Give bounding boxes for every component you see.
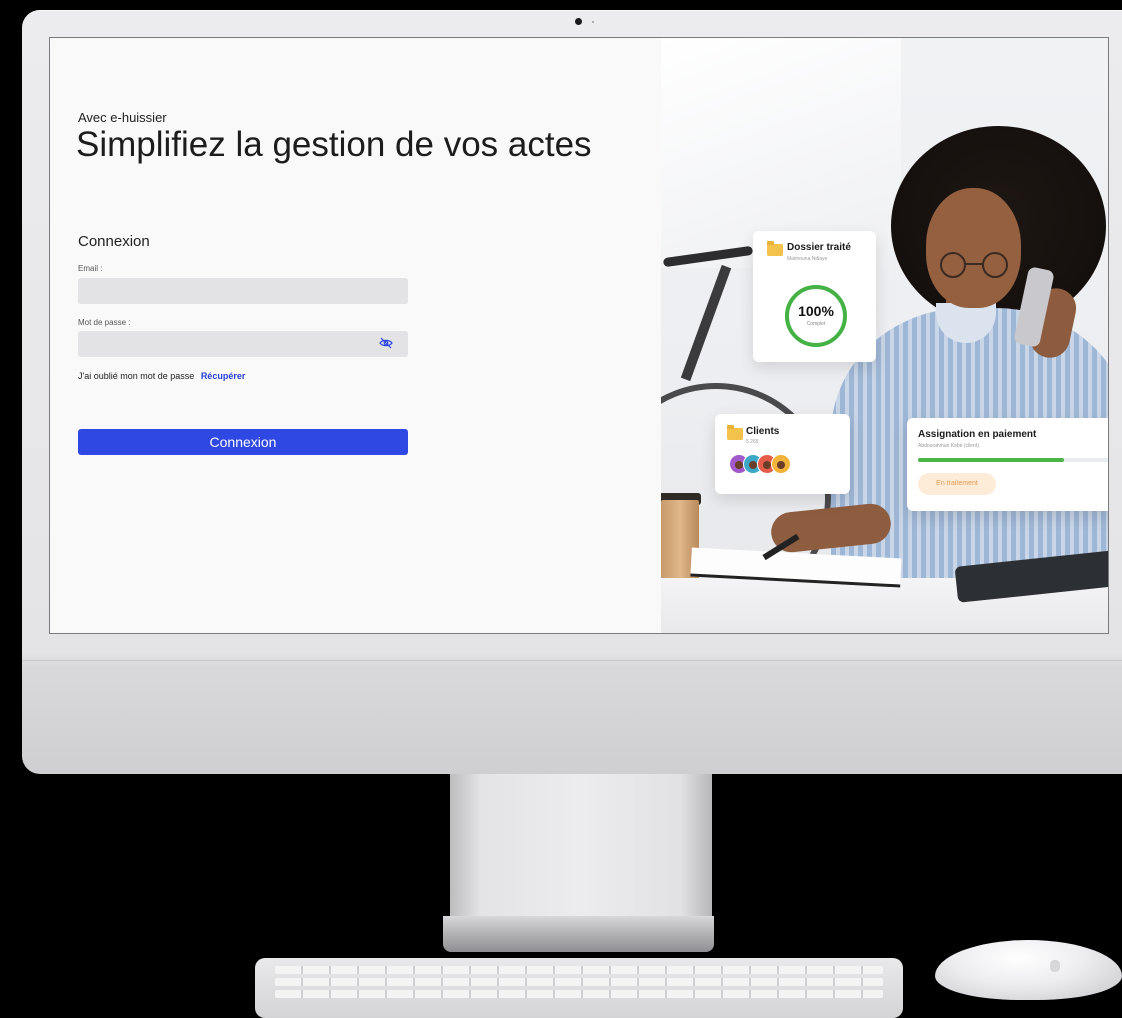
folder-icon bbox=[727, 425, 743, 440]
clients-card: Clients 5 265 bbox=[715, 414, 850, 494]
dossier-card-subtitle: Maimouna Ndiaye bbox=[787, 256, 828, 262]
status-badge: En traitement bbox=[918, 473, 996, 495]
bicycle-frame bbox=[680, 264, 732, 382]
client-avatar bbox=[771, 454, 791, 474]
monitor-stand-foot bbox=[443, 916, 714, 952]
email-label: Email : bbox=[78, 264, 103, 273]
eyebrow-text: Avec e-huissier bbox=[78, 110, 167, 125]
assignation-card-subtitle: Abdourahman Kébé (client) bbox=[918, 443, 979, 449]
apple-logo-icon bbox=[1050, 960, 1060, 972]
hero-photo: Dossier traité Maimouna Ndiaye 100% Comp… bbox=[661, 38, 1108, 633]
camera-led bbox=[592, 21, 594, 23]
dossier-card: Dossier traité Maimouna Ndiaye 100% Comp… bbox=[753, 231, 876, 362]
monitor-stand bbox=[450, 774, 712, 926]
completion-percent: 100% bbox=[798, 303, 834, 319]
login-button[interactable]: Connexion bbox=[78, 429, 408, 455]
keyboard-row bbox=[275, 966, 883, 974]
password-field[interactable] bbox=[78, 331, 408, 357]
clients-count: 5 265 bbox=[746, 439, 759, 445]
glasses bbox=[940, 252, 1008, 278]
monitor-chin-divider bbox=[22, 660, 1122, 661]
assignation-card: Assignation en paiement Abdourahman Kébé… bbox=[907, 418, 1108, 511]
page-title: Simplifiez la gestion de vos actes bbox=[76, 125, 592, 164]
keyboard bbox=[255, 958, 903, 1018]
form-title: Connexion bbox=[78, 233, 150, 250]
forgot-password-row: J'ai oublié mon mot de passe Récupérer bbox=[78, 371, 245, 381]
folder-icon bbox=[767, 241, 783, 256]
keyboard-row bbox=[275, 978, 883, 986]
assignation-progress-fill bbox=[918, 458, 1065, 462]
completion-label: Complet bbox=[806, 321, 826, 327]
clients-card-title: Clients bbox=[746, 426, 780, 437]
assignation-card-title: Assignation en paiement bbox=[918, 429, 1037, 440]
assignation-progress bbox=[918, 458, 1108, 462]
woman-face bbox=[926, 188, 1021, 308]
camera-icon bbox=[575, 18, 582, 25]
email-field[interactable] bbox=[78, 278, 408, 304]
password-label: Mot de passe : bbox=[78, 318, 131, 327]
keyboard-row bbox=[275, 990, 883, 998]
eye-slash-icon[interactable] bbox=[379, 337, 393, 349]
recover-password-link[interactable]: Récupérer bbox=[201, 371, 246, 381]
forgot-password-text: J'ai oublié mon mot de passe bbox=[78, 371, 195, 381]
screen: Avec e-huissier Simplifiez la gestion de… bbox=[49, 37, 1109, 634]
completion-ring: 100% Complet bbox=[783, 283, 849, 349]
dossier-card-title: Dossier traité bbox=[787, 242, 851, 253]
mouse bbox=[935, 940, 1122, 1000]
login-panel: Avec e-huissier Simplifiez la gestion de… bbox=[50, 38, 661, 633]
